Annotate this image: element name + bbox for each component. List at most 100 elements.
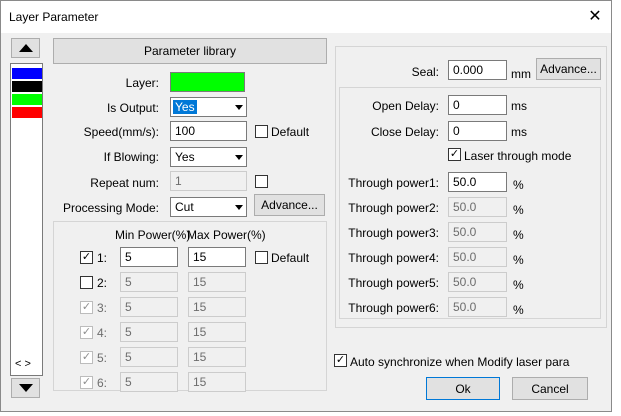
auto-sync-checkbox[interactable]: ✓ [334,354,347,367]
min-power-input[interactable]: 5 [120,372,178,392]
max-power-input[interactable]: 15 [188,372,246,392]
processing-mode-select[interactable]: Cut [170,197,247,217]
seal-unit: mm [511,67,531,81]
power-row-checkbox[interactable]: ✓ [80,301,93,314]
seal-label: Seal: [411,65,439,79]
min-power-header: Min Power(%) [115,228,191,242]
max-power-input[interactable]: 15 [188,247,246,267]
power-default-label: Default [271,251,310,265]
through-power-label: Through power2: [348,201,439,215]
min-power-input[interactable]: 5 [120,272,178,292]
speed-label: Speed(mm/s): [83,125,159,139]
percent-unit: % [513,203,524,217]
through-power-label: Through power3: [348,226,439,240]
through-power-label: Through power5: [348,276,439,290]
open-delay-input[interactable]: 0 [448,95,507,115]
power-row-label: 6: [97,376,108,390]
is-output-select[interactable]: Yes [170,97,247,117]
through-power-input[interactable]: 50.0 [448,222,507,242]
repeat-num-input[interactable]: 1 [170,171,247,191]
arrow-up-icon [18,44,33,52]
close-delay-unit: ms [511,125,527,139]
chevron-down-icon [230,148,246,166]
layer-color-fill [171,73,244,91]
percent-unit: % [513,253,524,267]
through-power-input[interactable]: 50.0 [448,197,507,217]
chevron-down-icon [230,98,246,116]
power-row-label: 5: [97,351,108,365]
through-power-label: Through power1: [348,176,439,190]
max-power-input[interactable]: 15 [188,322,246,342]
min-power-input[interactable]: 5 [120,247,178,267]
layer-list[interactable]: < > [10,63,43,376]
scroll-down-button[interactable] [11,378,40,398]
power-default-checkbox[interactable] [255,251,268,264]
layer-label: Layer: [125,76,159,90]
min-power-input[interactable]: 5 [120,322,178,342]
through-power-input[interactable]: 50.0 [448,272,507,292]
power-row-label: 4: [97,326,108,340]
layer-swatch-green[interactable] [12,94,42,106]
laser-through-label: Laser through mode [464,149,572,163]
window-title: Layer Parameter [9,10,99,24]
layer-swatch-red[interactable] [12,107,42,119]
arrow-down-icon [18,384,33,392]
percent-unit: % [513,228,524,242]
max-power-header: Max Power(%) [187,228,266,242]
seal-advance-button[interactable]: Advance... [536,58,601,80]
through-power-input[interactable]: 50.0 [448,247,507,267]
processing-advance-button[interactable]: Advance... [254,194,325,216]
layer-parameter-dialog: Layer Parameter ✕ < > Parameter library … [0,0,612,412]
power-row-checkbox[interactable]: ✓ [80,251,93,264]
processing-mode-label: Processing Mode: [62,201,159,215]
parameter-library-button[interactable]: Parameter library [53,38,327,64]
power-row-checkbox[interactable]: ✓ [80,351,93,364]
title-bar: Layer Parameter ✕ [1,1,611,33]
ok-button[interactable]: Ok [426,377,500,400]
auto-sync-label: Auto synchronize when Modify laser para [350,355,570,369]
speed-default-checkbox[interactable] [255,125,268,138]
through-power-input[interactable]: 50.0 [448,172,507,192]
power-row-checkbox[interactable]: ✓ [80,376,93,389]
close-delay-label: Close Delay: [370,125,439,139]
min-power-input[interactable]: 5 [120,347,178,367]
through-power-label: Through power4: [348,251,439,265]
min-power-input[interactable]: 5 [120,297,178,317]
percent-unit: % [513,303,524,317]
horizontal-scroll-arrows[interactable]: < > [15,358,31,370]
repeat-checkbox[interactable] [255,175,268,188]
processing-mode-value: Cut [175,200,194,214]
percent-unit: % [513,178,524,192]
power-row-label: 1: [97,251,108,265]
power-row-checkbox[interactable]: ✓ [80,326,93,339]
cancel-button[interactable]: Cancel [512,377,588,400]
laser-through-checkbox[interactable]: ✓ [448,148,461,161]
layer-swatch-black[interactable] [12,81,42,93]
power-row-label: 3: [97,301,108,315]
open-delay-label: Open Delay: [372,99,439,113]
percent-unit: % [513,278,524,292]
if-blowing-label: If Blowing: [103,150,159,164]
speed-input[interactable]: 100 [170,121,247,141]
max-power-input[interactable]: 15 [188,347,246,367]
if-blowing-value: Yes [175,150,195,164]
chevron-down-icon [230,198,246,216]
layer-color-box[interactable] [170,72,245,92]
repeat-num-label: Repeat num: [90,176,159,190]
through-power-input[interactable]: 50.0 [448,297,507,317]
layer-swatch-blue[interactable] [12,68,42,80]
max-power-input[interactable]: 15 [188,272,246,292]
close-delay-input[interactable]: 0 [448,121,507,141]
power-row-label: 2: [97,276,108,290]
if-blowing-select[interactable]: Yes [170,147,247,167]
power-row-checkbox[interactable] [80,276,93,289]
max-power-input[interactable]: 15 [188,297,246,317]
is-output-label: Is Output: [106,101,159,115]
through-power-label: Through power6: [348,301,439,315]
seal-input[interactable]: 0.000 [448,60,507,80]
close-icon[interactable]: ✕ [585,9,605,27]
open-delay-unit: ms [511,99,527,113]
scroll-up-button[interactable] [11,38,40,58]
is-output-value: Yes [173,100,197,114]
speed-default-label: Default [271,125,310,139]
